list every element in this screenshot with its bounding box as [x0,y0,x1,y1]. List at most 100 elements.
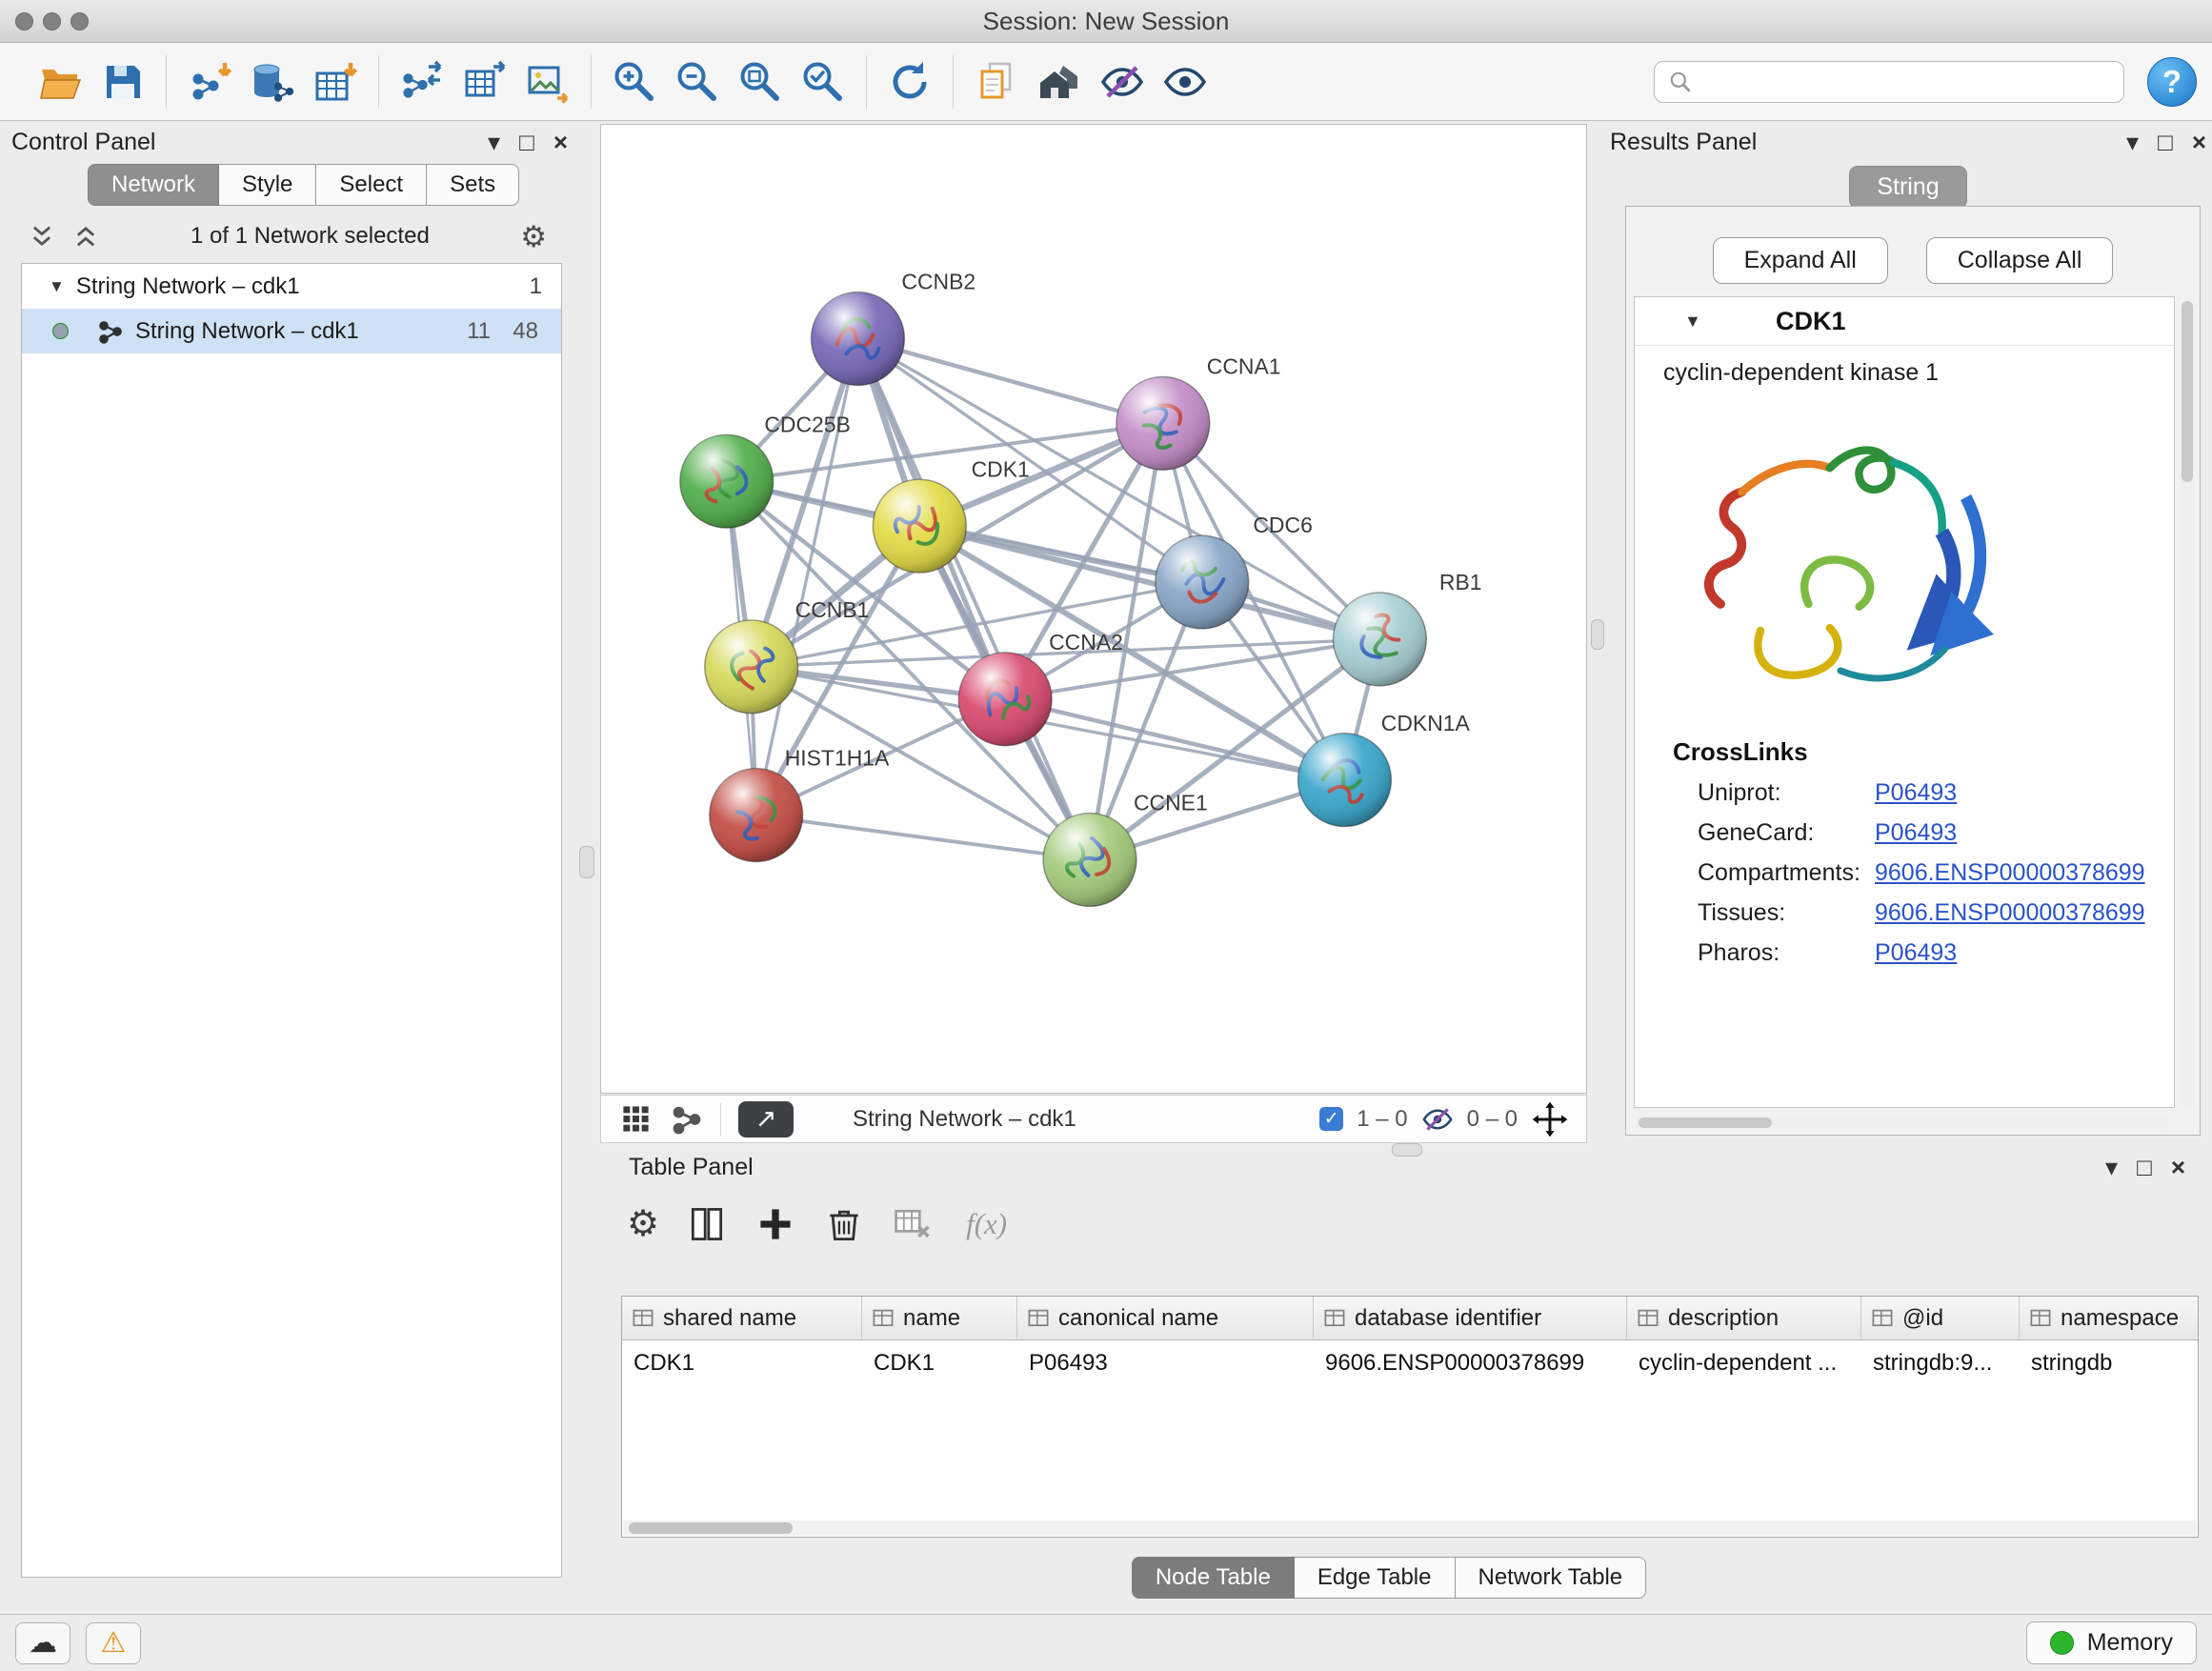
network-node-CCNB2[interactable]: CCNB2 [812,270,976,386]
zoom-fit-icon[interactable] [729,50,792,113]
memory-status-dot [2050,1631,2074,1655]
horizontal-splitter-handle[interactable] [1392,1143,1422,1157]
network-edge[interactable] [857,339,1162,424]
gene-card-caret-icon[interactable]: ▼ [1684,312,1701,332]
node-label: CCNE1 [1134,791,1208,815]
export-table-icon[interactable] [453,50,516,113]
close-window-button[interactable] [15,12,33,30]
node-label: CCNB1 [795,597,870,622]
zoom-selected-icon[interactable] [792,50,855,113]
panel-float-icon[interactable]: □ [2137,1155,2152,1179]
panel-close-icon[interactable]: × [2192,130,2206,154]
collapse-all-icon[interactable] [29,223,55,250]
tab-edge-table[interactable]: Edge Table [1295,1557,1456,1599]
tab-network-table[interactable]: Network Table [1456,1557,1647,1599]
open-in-new-window-button[interactable]: ↗ [738,1101,794,1137]
search-input[interactable] [1702,68,2110,96]
results-vertical-scrollbar[interactable] [2181,298,2194,1106]
network-grid-icon[interactable] [618,1101,654,1137]
panel-close-icon[interactable]: × [2171,1155,2185,1179]
crosslink-link[interactable]: 9606.ENSP00000378699 [1875,859,2145,887]
crosslink-link[interactable]: P06493 [1875,819,1957,847]
minimize-window-button[interactable] [43,12,61,30]
zoom-in-icon[interactable] [603,50,666,113]
tab-node-table[interactable]: Node Table [1132,1557,1295,1599]
panel-close-icon[interactable]: × [553,130,568,154]
network-edge[interactable] [857,339,1090,860]
cloud-button[interactable]: ☁ [15,1622,70,1664]
zoom-out-icon[interactable] [666,50,729,113]
panel-float-icon[interactable]: □ [519,130,534,154]
show-all-icon[interactable] [1154,50,1217,113]
column-header-name[interactable]: name [862,1297,1017,1340]
network-node-RB1[interactable]: RB1 [1334,570,1482,686]
panel-collapse-icon[interactable]: ▾ [488,130,500,154]
help-button[interactable]: ? [2147,57,2197,107]
tab-network[interactable]: Network [88,164,219,206]
panel-collapse-icon[interactable]: ▾ [2105,1155,2118,1179]
show-columns-icon[interactable] [686,1203,728,1245]
column-header-@id[interactable]: @id [1861,1297,2020,1340]
table-horizontal-scrollbar[interactable] [623,1520,2197,1536]
column-header-namespace[interactable]: namespace [2020,1297,2199,1340]
left-splitter-handle[interactable] [579,846,594,878]
tab-sets[interactable]: Sets [427,164,519,206]
table-options-gear-icon[interactable]: ⚙ [627,1206,659,1242]
node-label: CDC25B [764,412,851,436]
panel-float-icon[interactable]: □ [2158,130,2173,154]
crosslink-link[interactable]: 9606.ENSP00000378699 [1875,899,2145,927]
function-builder-icon: f(x) [966,1207,1007,1241]
save-session-icon[interactable] [91,50,154,113]
network-share-icon[interactable] [671,1103,703,1136]
network-node-CCNA1[interactable]: CCNA1 [1116,353,1281,470]
tab-string[interactable]: String [1849,166,1966,209]
add-column-plus-icon[interactable] [754,1203,796,1245]
import-network-file-icon[interactable] [178,50,241,113]
maximize-window-button[interactable] [70,12,89,30]
hidden-eye-slash-icon[interactable] [1421,1103,1454,1136]
crosslink-link[interactable]: P06493 [1875,779,1957,807]
fit-content-crosshair-icon[interactable] [1531,1100,1569,1138]
open-session-icon[interactable] [29,50,91,113]
export-image-icon[interactable] [516,50,579,113]
copy-session-icon[interactable] [965,50,1028,113]
network-edge[interactable] [756,339,858,815]
expand-all-button[interactable]: Expand All [1713,237,1888,284]
hide-selected-icon[interactable] [1091,50,1154,113]
table-row[interactable]: CDK1CDK1P064939606.ENSP00000378699cyclin… [622,1340,2198,1382]
network-node-CDKN1A[interactable]: CDKN1A [1298,711,1471,827]
expand-all-icon[interactable] [72,223,99,250]
home-view-icon[interactable] [1028,50,1091,113]
column-header-canonical-name[interactable]: canonical name [1017,1297,1314,1340]
results-horizontal-scrollbar[interactable] [1636,1117,2169,1129]
network-options-gear-icon[interactable]: ⚙ [514,221,553,252]
column-header-shared-name[interactable]: shared name [622,1297,862,1340]
column-header-database-identifier[interactable]: database identifier [1314,1297,1627,1340]
tree-caret-icon[interactable]: ▼ [49,277,65,296]
network-edge[interactable] [756,815,1090,860]
warnings-button[interactable]: ⚠ [86,1622,141,1664]
crosslink-link[interactable]: P06493 [1875,939,1957,967]
network-collection-row[interactable]: ▼ String Network – cdk1 1 [22,264,561,309]
right-splitter-handle[interactable] [1591,619,1604,650]
import-table-file-icon[interactable] [304,50,367,113]
tab-select[interactable]: Select [316,164,427,206]
network-row[interactable]: String Network – cdk1 11 48 [22,309,561,353]
table-cell: CDK1 [862,1340,1017,1382]
tab-style[interactable]: Style [219,164,316,206]
column-header-description[interactable]: description [1627,1297,1861,1340]
search-box[interactable] [1654,61,2124,103]
import-network-database-icon[interactable] [241,50,304,113]
network-node-HIST1H1A[interactable]: HIST1H1A [710,746,890,862]
status-bar: ☁ ⚠ Memory [0,1614,2212,1671]
collapse-all-button[interactable]: Collapse All [1926,237,2114,284]
memory-button[interactable]: Memory [2026,1621,2197,1664]
export-network-icon[interactable] [391,50,453,113]
refresh-view-icon[interactable] [878,50,941,113]
panel-collapse-icon[interactable]: ▾ [2126,130,2139,154]
selected-nodes-checkbox-icon[interactable]: ✓ [1319,1107,1343,1131]
network-label: String Network – cdk1 [135,318,359,345]
delete-column-trash-icon[interactable] [823,1203,865,1245]
network-canvas[interactable]: CCNB2CCNA1CDC25BCDK1CDC6RB1CCNB1CCNA2CDK… [600,124,1587,1094]
results-panel-title: Results Panel [1610,129,1757,156]
